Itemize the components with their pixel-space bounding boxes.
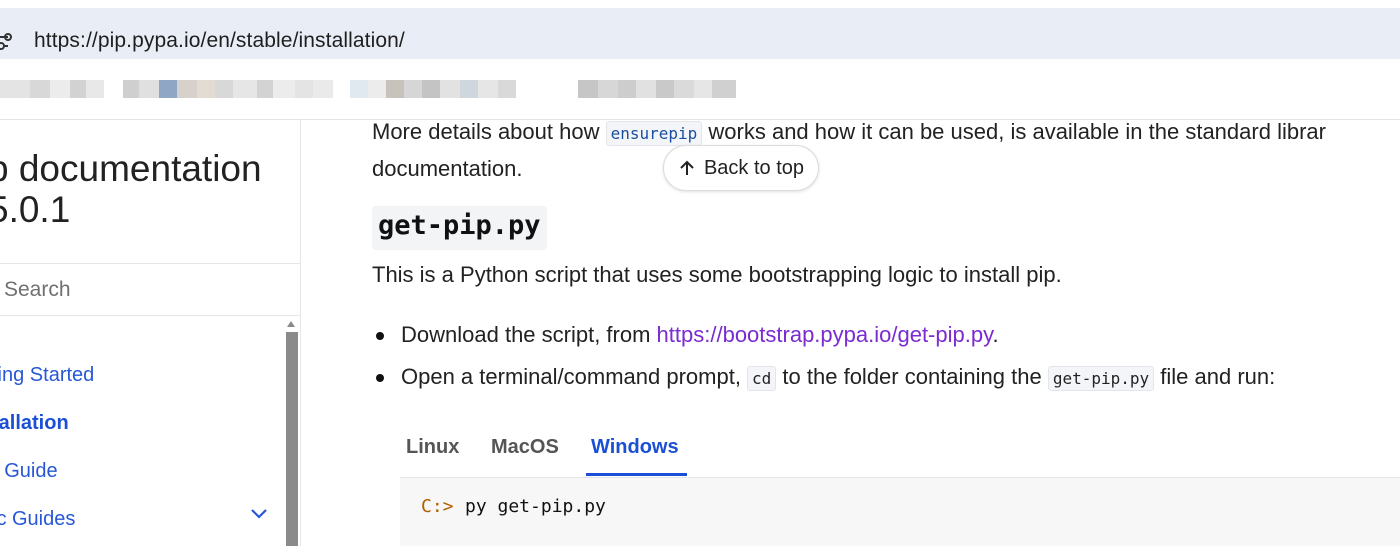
os-tabs: Linux MacOS Windows xyxy=(400,430,1400,478)
bookmark-item[interactable] xyxy=(0,80,104,98)
bookmark-item[interactable] xyxy=(350,80,516,98)
section-paragraph: This is a Python script that uses some b… xyxy=(372,262,1062,287)
url-text[interactable]: https://pip.pypa.io/en/stable/installati… xyxy=(34,29,405,53)
sidebar-item-installation[interactable]: tallation xyxy=(0,412,69,435)
code-command: py get-pip.py xyxy=(465,496,606,517)
bullet-icon xyxy=(376,332,384,340)
code-prompt: C:> xyxy=(421,496,454,517)
arrow-up-icon xyxy=(680,160,694,175)
inline-code-ensurepip: ensurepip xyxy=(605,121,703,146)
site-title[interactable]: p documentation 5.0.1 xyxy=(0,148,262,230)
sidebar-item-user-guide[interactable]: r Guide xyxy=(0,460,58,483)
bookmark-item[interactable] xyxy=(123,80,333,98)
bullet-icon xyxy=(376,374,384,382)
chevron-down-icon[interactable] xyxy=(250,508,268,520)
address-bar[interactable]: https://pip.pypa.io/en/stable/installati… xyxy=(0,8,1400,59)
tab-linux[interactable]: Linux xyxy=(406,436,459,459)
bookmarks-bar xyxy=(0,76,1400,100)
scroll-up-arrow-icon[interactable] xyxy=(287,321,295,327)
tab-windows[interactable]: Windows xyxy=(591,436,679,459)
get-pip-link[interactable]: https://bootstrap.pypa.io/get-pip.py xyxy=(657,322,993,347)
intro-paragraph: More details about how ensurepip works a… xyxy=(372,119,1326,181)
sidebar-item-getting-started[interactable]: ting Started xyxy=(0,364,94,387)
site-info-icon[interactable] xyxy=(0,31,16,53)
search-box xyxy=(0,263,300,316)
tab-macos[interactable]: MacOS xyxy=(491,436,559,459)
back-to-top-button[interactable]: Back to top xyxy=(663,145,819,191)
section-heading: get-pip.py xyxy=(372,206,547,250)
sidebar-item-topic-guides[interactable]: ic Guides xyxy=(0,508,75,531)
sidebar-scrollbar[interactable] xyxy=(286,332,298,546)
inline-code-get-pip: get-pip.py xyxy=(1047,366,1155,391)
active-tab-indicator xyxy=(586,473,687,476)
back-to-top-label: Back to top xyxy=(703,156,805,179)
bookmark-item[interactable] xyxy=(578,80,736,98)
search-input[interactable] xyxy=(2,276,276,304)
inline-code-cd: cd xyxy=(747,366,777,391)
